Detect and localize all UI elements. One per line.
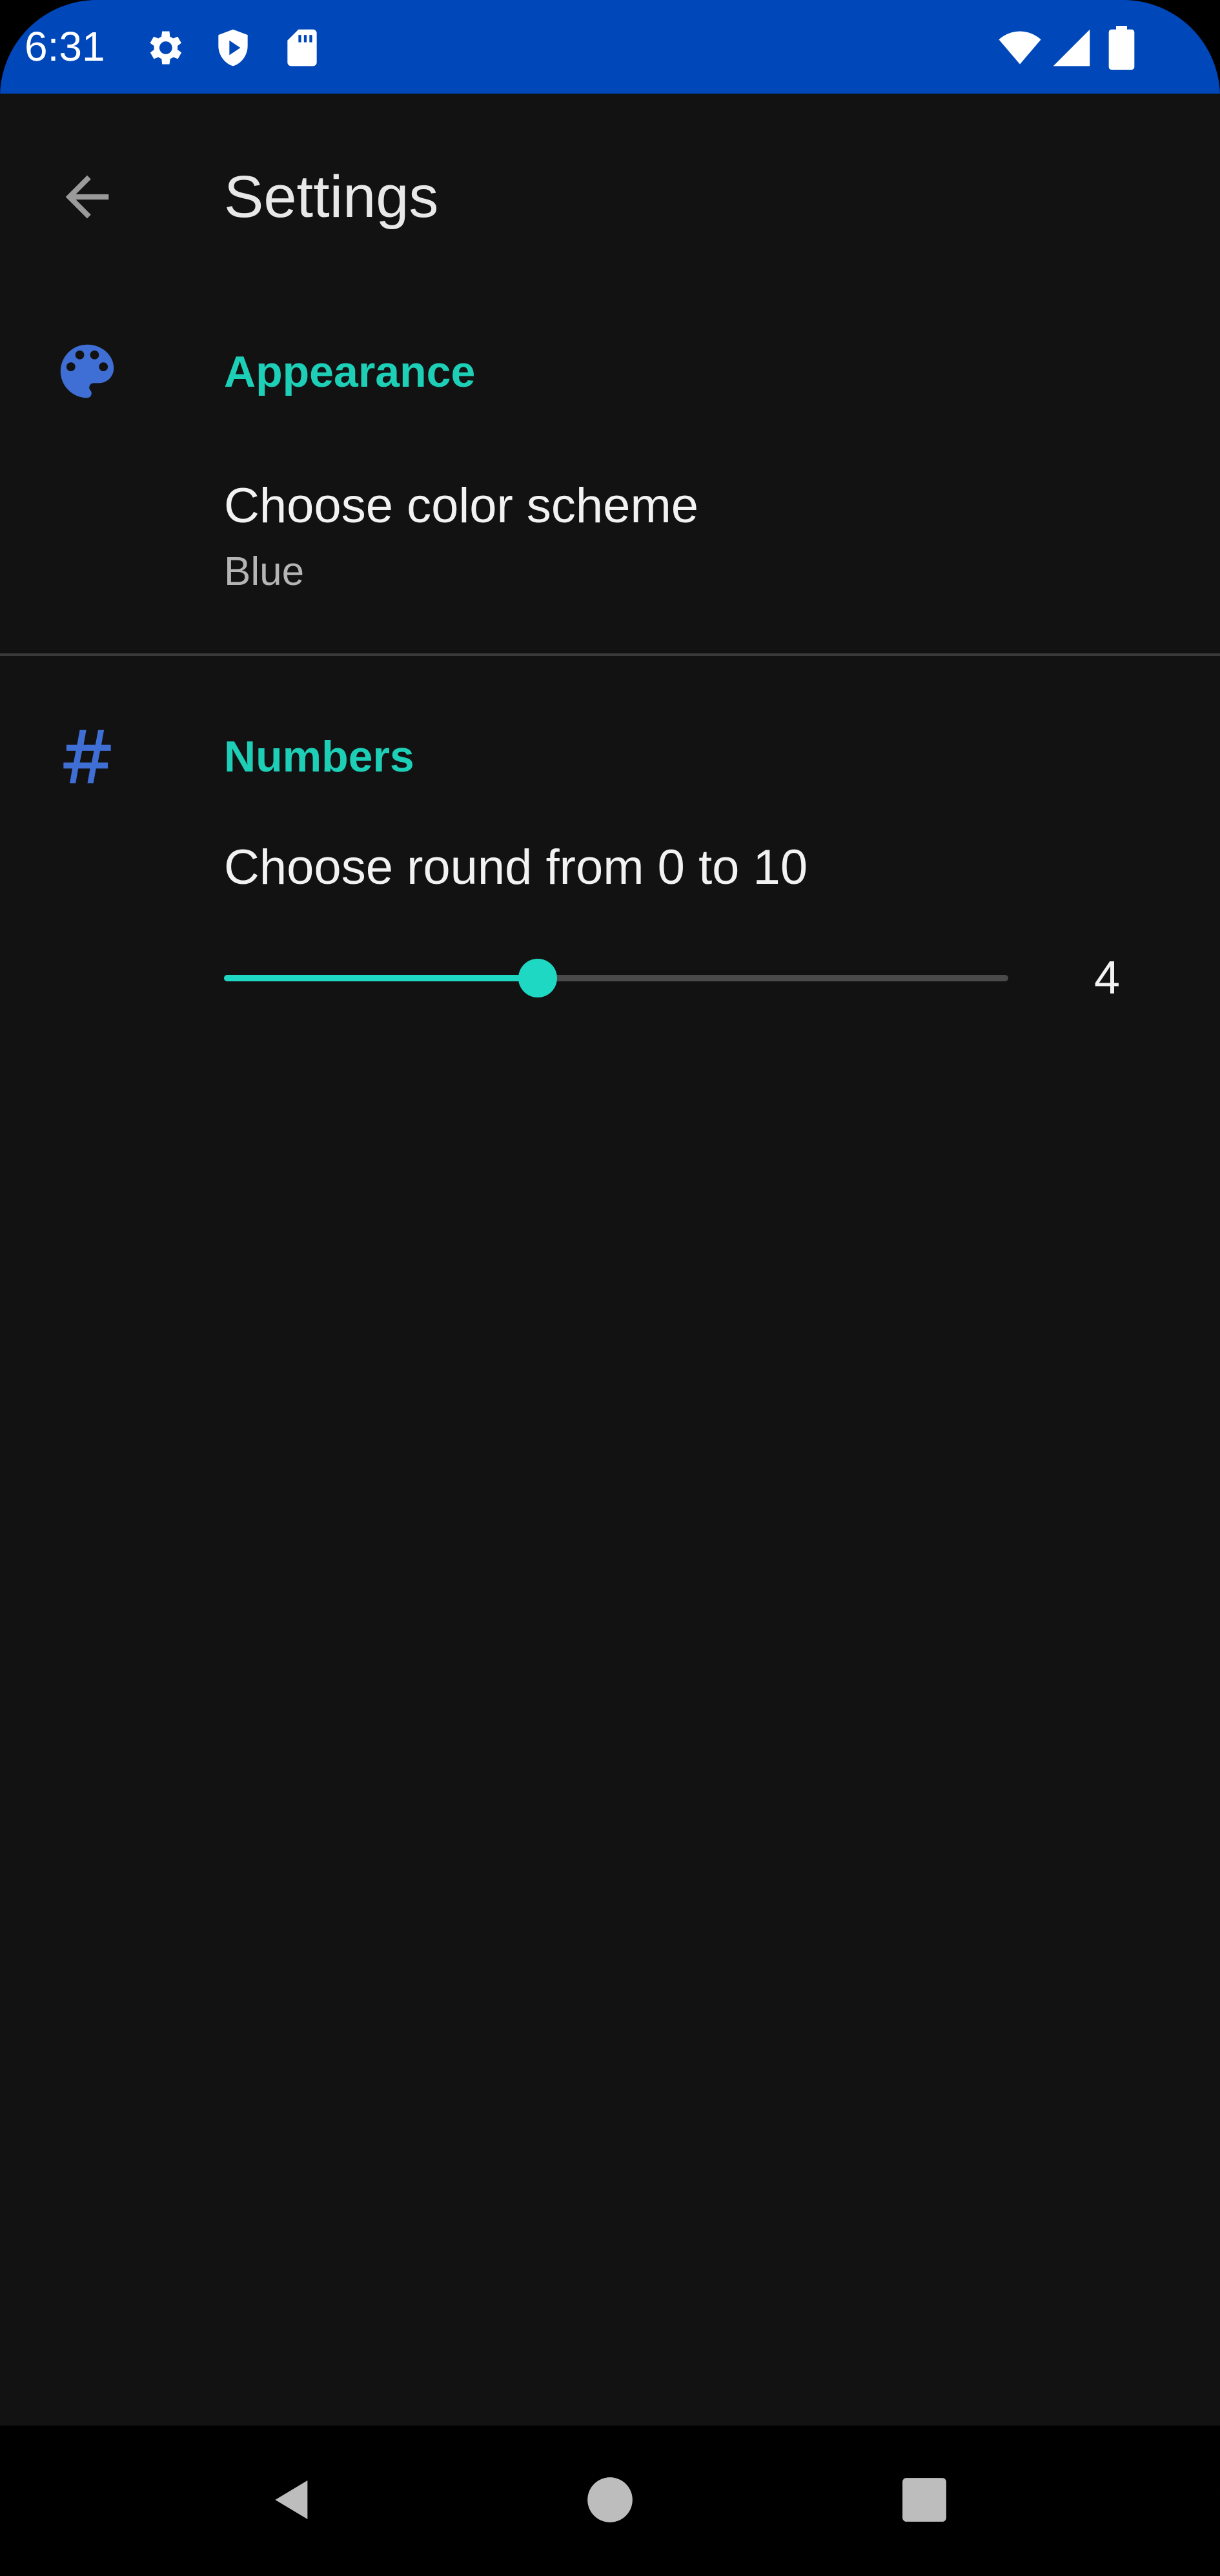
status-time: 6:31 bbox=[25, 23, 105, 70]
battery-icon bbox=[1104, 26, 1139, 70]
hash-icon bbox=[52, 721, 123, 792]
page-title: Settings bbox=[224, 164, 439, 230]
nav-home-button[interactable] bbox=[568, 2458, 652, 2542]
color-scheme-preference[interactable]: Choose color scheme Blue bbox=[0, 452, 1220, 646]
pref-summary: Blue bbox=[224, 549, 305, 594]
slider-value: 4 bbox=[1093, 952, 1121, 1004]
slider-fill bbox=[224, 975, 538, 981]
round-slider[interactable] bbox=[224, 949, 1008, 1007]
cell-signal-icon bbox=[1049, 26, 1094, 70]
shield-play-icon bbox=[211, 26, 255, 70]
section-title-appearance: Appearance bbox=[224, 347, 476, 396]
navigation-bar bbox=[0, 2426, 1220, 2576]
section-title-numbers: Numbers bbox=[224, 732, 414, 781]
nav-recents-button[interactable] bbox=[882, 2458, 966, 2542]
palette-icon bbox=[52, 336, 123, 407]
recents-square-icon bbox=[900, 2476, 948, 2524]
sd-card-icon bbox=[280, 26, 324, 70]
home-circle-icon bbox=[585, 2475, 635, 2524]
section-divider bbox=[0, 653, 1220, 656]
back-triangle-icon bbox=[267, 2474, 318, 2526]
pref-title: Choose round from 0 to 10 bbox=[224, 840, 808, 895]
pref-title: Choose color scheme bbox=[224, 478, 699, 533]
app-toolbar: Settings bbox=[0, 94, 1220, 274]
gear-icon bbox=[142, 26, 186, 70]
slider-thumb[interactable] bbox=[518, 959, 557, 997]
settings-screen: 6:31 Settings Appearance Choose color sc… bbox=[0, 0, 1220, 2576]
back-button[interactable] bbox=[39, 148, 136, 245]
wifi-icon bbox=[994, 26, 1046, 70]
status-bar: 6:31 bbox=[0, 0, 1220, 94]
arrow-back-icon bbox=[55, 165, 119, 229]
nav-back-button[interactable] bbox=[250, 2458, 334, 2542]
